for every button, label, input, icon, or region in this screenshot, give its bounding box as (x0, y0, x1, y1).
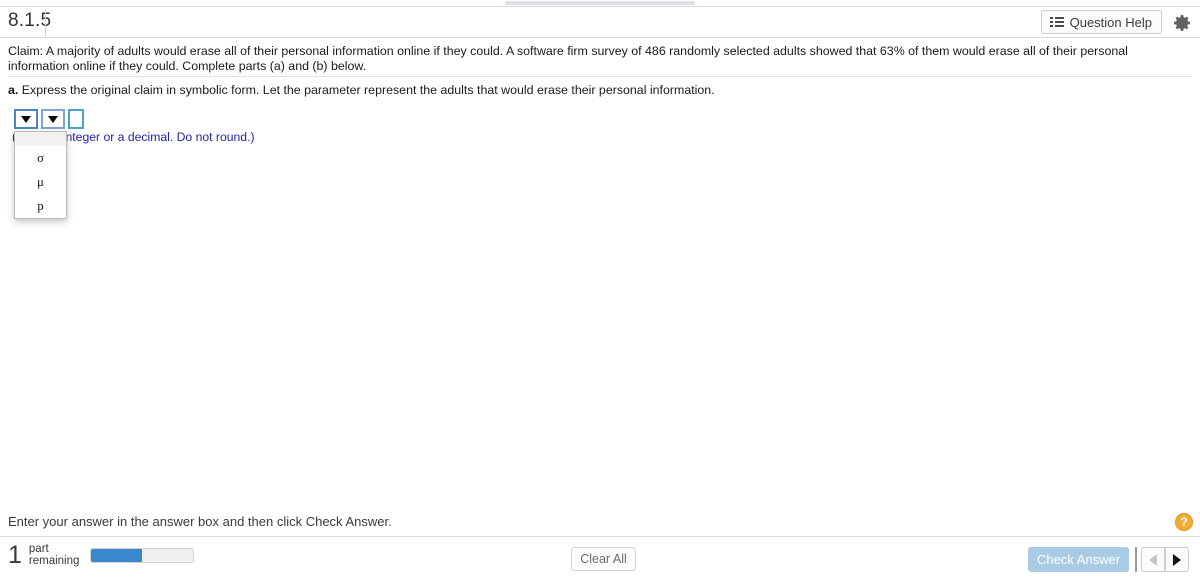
gear-icon[interactable] (1172, 13, 1192, 33)
progress-bar-fill (91, 548, 143, 562)
list-icon (1049, 16, 1064, 28)
operator-select[interactable] (41, 109, 65, 129)
parameter-select[interactable] (14, 109, 38, 129)
parts-remaining-label: part remaining (29, 543, 80, 568)
chevron-down-icon (21, 115, 31, 123)
answer-widgets (14, 109, 84, 129)
previous-button[interactable] (1141, 547, 1165, 572)
nav-divider (1135, 547, 1137, 572)
check-answer-button[interactable]: Check Answer (1028, 547, 1129, 572)
part-a-prompt: a. Express the original claim in symboli… (8, 83, 715, 97)
question-help-label: Question Help (1069, 14, 1152, 30)
triangle-right-icon (1173, 553, 1181, 566)
parts-remaining-group: 1 part remaining (8, 541, 195, 569)
parts-remaining-label-line2: remaining (28, 555, 80, 567)
part-a-text: Express the original claim in symbolic f… (21, 83, 715, 97)
claim-text: Claim: A majority of adults would erase … (8, 44, 1128, 73)
exercise-header: 8.1.5 Question Help (0, 7, 1200, 38)
section-divider (8, 76, 1192, 77)
chevron-down-icon (48, 115, 58, 123)
dropdown-option-blank[interactable] (15, 132, 66, 146)
clear-all-button[interactable]: Clear All (571, 547, 636, 571)
dropdown-option-mu[interactable]: μ (15, 170, 66, 194)
help-icon[interactable]: ? (1175, 513, 1193, 531)
question-help-button[interactable]: Question Help (1040, 10, 1162, 34)
next-button[interactable] (1165, 547, 1189, 572)
value-input[interactable] (68, 109, 84, 129)
part-a-label: a. (8, 83, 19, 97)
footer-divider (0, 536, 1200, 537)
parameter-select-dropdown[interactable]: σ μ p (14, 131, 67, 219)
triangle-left-icon (1149, 553, 1157, 566)
horizontal-scrollbar[interactable] (0, 0, 1200, 7)
exercise-page: 8.1.5 Question Help Claim: A majority of… (0, 0, 1200, 585)
header-divider (45, 9, 46, 37)
scrollbar-thumb[interactable] (505, 1, 695, 5)
footer-message: Enter your answer in the answer box and … (8, 514, 392, 529)
dropdown-option-p[interactable]: p (15, 194, 66, 218)
parts-remaining-count: 1 (8, 541, 22, 569)
parts-remaining-label-line1: part (28, 542, 49, 555)
progress-bar (90, 547, 195, 563)
dropdown-option-sigma[interactable]: σ (15, 146, 66, 170)
